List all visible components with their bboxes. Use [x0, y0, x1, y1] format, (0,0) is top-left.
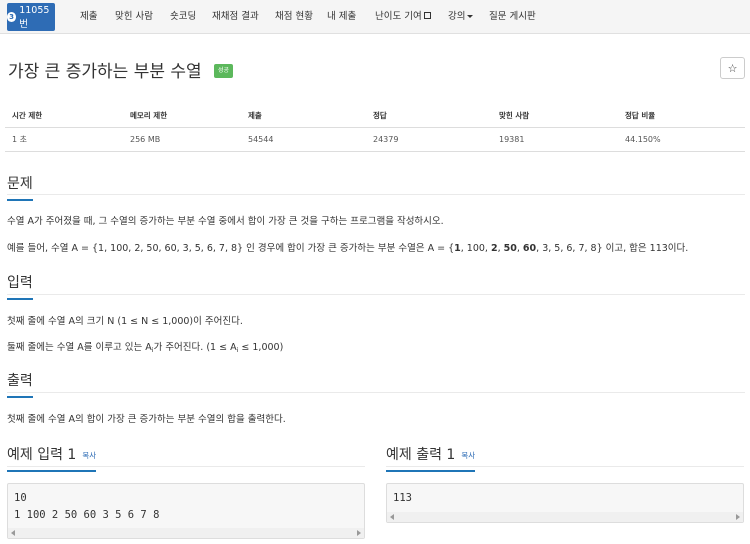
output-description: 첫째 줄에 수열 A의 합이 가장 큰 증가하는 부분 수열의 합을 출력한다. — [7, 414, 286, 425]
sequence-value: , 3, 5, 6, 7, 8 — [536, 243, 597, 254]
example-output-title: 예제 출력 1 — [386, 447, 456, 463]
highlighted-sequence: 1, 100, 2, 50, 60, 3, 5, 6, 7, 8 — [454, 243, 596, 254]
header-solved-users: 맞힌 사람 — [492, 105, 618, 128]
tab-my-submissions[interactable]: 내 제출 — [327, 0, 356, 34]
tier-icon: 3 — [7, 12, 17, 22]
scroll-right-icon[interactable] — [357, 530, 361, 536]
table-row: 1 초 256 MB 54544 24379 19381 44.150% — [5, 127, 745, 152]
problem-description-2: 예를 들어, 수열 A = {1, 100, 2, 50, 60, 3, 5, … — [7, 240, 688, 254]
header-accepted: 정답 — [366, 105, 492, 128]
bold-sequence-value: 2 — [490, 243, 498, 254]
bold-sequence-value: 60 — [522, 243, 537, 254]
tab-difficulty[interactable]: 난이도 기여 — [375, 0, 431, 34]
external-link-icon — [423, 12, 431, 19]
tab-submit[interactable]: 제출 — [80, 0, 97, 34]
value-time-limit: 1 초 — [5, 127, 123, 152]
section-divider — [7, 294, 745, 295]
tab-short-coding[interactable]: 숏코딩 — [170, 0, 196, 34]
favorite-button[interactable]: ☆ — [720, 57, 745, 79]
value-memory-limit: 256 MB — [123, 127, 241, 152]
page-title: 가장 큰 증가하는 부분 수열 — [8, 62, 202, 82]
scroll-left-icon[interactable] — [390, 514, 394, 520]
tab-lectures-label: 강의 — [448, 11, 466, 22]
problem-desc-prefix: 예를 들어, 수열 A = {1, 100, 2, 50, 60, 3, 5, … — [7, 243, 455, 254]
copy-output-link[interactable]: 복사 — [461, 451, 475, 460]
copy-input-link[interactable]: 복사 — [82, 451, 96, 460]
chevron-down-icon — [467, 15, 474, 18]
horizontal-scrollbar[interactable] — [8, 528, 364, 538]
tab-problem[interactable]: 3 11055번 — [7, 3, 55, 31]
top-nav: 3 11055번 제출 맞힌 사람 숏코딩 재채점 결과 채점 현황 내 제출 … — [0, 0, 750, 34]
section-divider — [7, 392, 745, 393]
tab-status[interactable]: 채점 현황 — [275, 0, 313, 34]
tab-solved-users[interactable]: 맞힌 사람 — [115, 0, 153, 34]
scroll-right-icon[interactable] — [736, 514, 740, 520]
tab-qna[interactable]: 질문 게시판 — [489, 0, 536, 34]
example-output-content: 113 — [393, 492, 412, 504]
tab-lectures[interactable]: 강의 — [448, 0, 474, 34]
sequence-value: , 100, — [460, 243, 491, 254]
example-output-box[interactable]: 113 — [386, 483, 744, 523]
bold-sequence-value: 50 — [503, 243, 517, 254]
input-desc-c: ≤ 1,000) — [238, 342, 284, 353]
problem-info-table: 시간 제한 메모리 제한 제출 정답 맞힌 사람 정답 비율 1 초 256 M… — [5, 105, 745, 152]
problem-heading: 문제 — [7, 173, 33, 201]
example-input-title: 예제 입력 1 — [7, 447, 77, 463]
header-time-limit: 시간 제한 — [5, 105, 123, 128]
input-heading: 입력 — [7, 272, 33, 300]
input-description-2: 둘째 줄에는 수열 A를 이루고 있는 Ai가 주어진다. (1 ≤ Ai ≤ … — [7, 339, 283, 354]
star-icon: ☆ — [727, 61, 738, 75]
table-header-row: 시간 제한 메모리 제한 제출 정답 맞힌 사람 정답 비율 — [5, 105, 745, 128]
problem-desc-suffix: } 이고, 합은 113이다. — [596, 243, 689, 254]
horizontal-scrollbar[interactable] — [387, 512, 743, 522]
section-divider — [7, 194, 745, 195]
header-accept-ratio: 정답 비율 — [618, 105, 745, 128]
output-heading: 출력 — [7, 370, 33, 398]
status-badge: 성공 — [214, 64, 234, 78]
problem-number-label: 11055번 — [19, 4, 50, 30]
value-solved-users: 19381 — [492, 127, 618, 152]
tab-difficulty-label: 난이도 기여 — [375, 11, 422, 22]
input-desc-b: 가 주어진다. (1 ≤ A — [153, 342, 237, 353]
scroll-left-icon[interactable] — [11, 530, 15, 536]
value-submissions: 54544 — [241, 127, 366, 152]
input-desc-a: 둘째 줄에는 수열 A를 이루고 있는 A — [7, 342, 152, 353]
tab-rejudge[interactable]: 재채점 결과 — [212, 0, 259, 34]
example-input-heading: 예제 입력 1 복사 — [7, 444, 97, 472]
value-accept-ratio: 44.150% — [618, 127, 745, 152]
example-output-heading: 예제 출력 1 복사 — [386, 444, 476, 472]
value-accepted: 24379 — [366, 127, 492, 152]
example-input-box[interactable]: 10 1 100 2 50 60 3 5 6 7 8 — [7, 483, 365, 539]
bold-sequence-value: 1 — [454, 243, 461, 254]
header-memory-limit: 메모리 제한 — [123, 105, 241, 128]
problem-description-1: 수열 A가 주어졌을 때, 그 수열의 증가하는 부분 수열 중에서 합이 가장… — [7, 216, 444, 227]
example-input-content: 10 1 100 2 50 60 3 5 6 7 8 — [14, 492, 160, 521]
input-description-1: 첫째 줄에 수열 A의 크기 N (1 ≤ N ≤ 1,000)이 주어진다. — [7, 316, 243, 327]
header-submissions: 제출 — [241, 105, 366, 128]
